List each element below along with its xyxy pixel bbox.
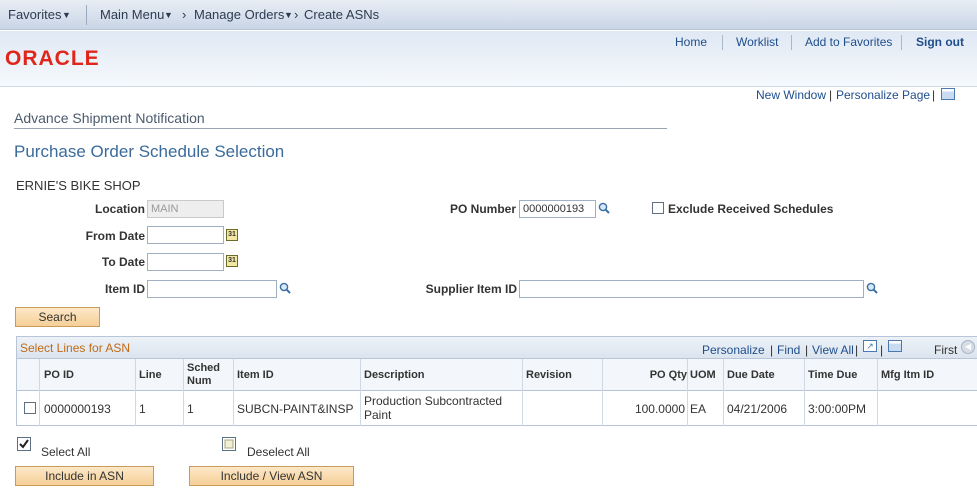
select-all-link[interactable]: Select All — [41, 445, 90, 459]
po-number-lookup-icon[interactable] — [598, 202, 610, 214]
col-po-id: PO ID — [44, 369, 74, 381]
grid-layout-icon[interactable] — [941, 88, 955, 100]
search-button[interactable]: Search — [15, 307, 100, 327]
new-window-link[interactable]: New Window — [756, 88, 826, 102]
page-header: ORACLE Home Worklist Add to Favorites Si… — [0, 31, 977, 87]
grid-zoom-icon[interactable] — [888, 340, 902, 352]
col-po-qty: PO Qty — [649, 369, 687, 381]
divider: | — [855, 343, 859, 357]
po-number-label: PO Number — [449, 202, 516, 216]
business-unit-name: ERNIE'S BIKE SHOP — [16, 178, 141, 193]
grid-first-label: First — [934, 343, 958, 357]
home-link[interactable]: Home — [675, 35, 707, 49]
item-id-lookup-icon[interactable] — [279, 282, 291, 294]
item-id-label: Item ID — [104, 282, 145, 296]
divider: | — [932, 88, 936, 102]
location-field — [147, 200, 224, 218]
col-mfg-itm-id: Mfg Itm ID — [881, 369, 935, 381]
cell-po-id: 0000000193 — [44, 402, 111, 416]
grid-view-all-link[interactable]: View All — [812, 343, 854, 357]
component-title: Advance Shipment Notification — [14, 110, 205, 126]
to-date-field[interactable] — [147, 253, 224, 271]
select-all-icon[interactable] — [17, 437, 31, 451]
favorites-menu[interactable]: Favorites — [8, 7, 61, 22]
divider: | — [880, 343, 884, 357]
favorites-chevron-icon[interactable]: ▼ — [62, 10, 71, 20]
divider — [791, 35, 792, 50]
divider: | — [805, 343, 809, 357]
grid-personalize-link[interactable]: Personalize — [702, 343, 765, 357]
supplier-item-id-field[interactable] — [519, 280, 864, 298]
add-to-favorites-link[interactable]: Add to Favorites — [805, 35, 892, 49]
col-description: Description — [364, 369, 425, 381]
include-view-asn-button[interactable]: Include / View ASN — [189, 466, 354, 486]
cell-sched-num: 1 — [187, 402, 194, 416]
row-select-checkbox[interactable] — [24, 402, 36, 414]
item-id-field[interactable] — [147, 280, 277, 298]
cell-time-due: 3:00:00PM — [808, 402, 867, 416]
col-line: Line — [139, 369, 162, 381]
grid-header: Select Lines for ASN Personalize | Find … — [17, 337, 977, 359]
personalize-page-link[interactable]: Personalize Page — [836, 88, 930, 102]
col-sched: Sched — [187, 362, 221, 374]
breadcrumb-create-asns[interactable]: Create ASNs — [304, 7, 379, 22]
to-date-label: To Date — [101, 255, 145, 269]
exclude-received-label: Exclude Received Schedules — [668, 202, 834, 216]
supplier-item-id-label: Supplier Item ID — [425, 282, 517, 296]
breadcrumb-arrow-icon: › — [182, 7, 187, 22]
cell-due-date: 04/21/2006 — [727, 402, 788, 416]
po-number-field[interactable] — [519, 200, 596, 218]
previous-arrow-icon[interactable]: ◀ — [961, 340, 975, 354]
divider: | — [770, 343, 774, 357]
col-sched-num: Num — [187, 375, 212, 387]
breadcrumb-manage-orders[interactable]: Manage Orders — [194, 7, 284, 22]
title-divider — [14, 128, 667, 129]
grid-title: Select Lines for ASN — [20, 341, 131, 355]
top-nav-bar: Favorites ▼ Main Menu ▼ › Manage Orders … — [0, 0, 977, 30]
main-menu-chevron-icon[interactable]: ▼ — [164, 10, 173, 20]
col-time-due: Time Due — [808, 369, 858, 381]
divider: | — [829, 88, 833, 102]
oracle-logo: ORACLE — [5, 47, 100, 70]
exclude-received-checkbox[interactable] — [652, 202, 664, 214]
col-due-date: Due Date — [727, 369, 775, 381]
sign-out-link[interactable]: Sign out — [916, 35, 964, 49]
include-in-asn-button[interactable]: Include in ASN — [15, 466, 154, 486]
from-date-field[interactable] — [147, 226, 224, 244]
grid-column-headers: PO ID Line Sched Num Item ID Description… — [17, 359, 977, 391]
divider — [722, 35, 723, 50]
divider — [901, 35, 902, 50]
col-uom: UOM — [690, 369, 716, 381]
breadcrumb-arrow-icon: › — [294, 7, 299, 22]
cell-uom: EA — [690, 402, 707, 416]
cell-description-line2: Paint — [364, 408, 392, 422]
table-row: 0000000193 1 1 SUBCN-PAINT&INSP Producti… — [17, 392, 977, 426]
download-icon[interactable]: ↗ — [863, 340, 877, 352]
cell-po-qty: 100.0000 — [634, 402, 685, 416]
from-date-label: From Date — [85, 229, 145, 243]
supplier-item-id-lookup-icon[interactable] — [866, 282, 878, 294]
worklist-link[interactable]: Worklist — [736, 35, 778, 49]
deselect-all-link[interactable]: Deselect All — [247, 445, 310, 459]
cell-item-id: SUBCN-PAINT&INSP — [237, 402, 354, 416]
to-date-calendar-icon[interactable]: 31 — [226, 255, 238, 267]
divider — [86, 5, 87, 25]
location-label: Location — [95, 202, 145, 216]
deselect-all-icon[interactable] — [222, 437, 236, 451]
cell-description-line1: Production Subcontracted — [364, 394, 503, 408]
manage-orders-chevron-icon[interactable]: ▼ — [284, 10, 293, 20]
asn-lines-grid: Select Lines for ASN Personalize | Find … — [16, 336, 977, 426]
col-revision: Revision — [526, 369, 572, 381]
page-title: Purchase Order Schedule Selection — [14, 142, 285, 161]
col-item-id: Item ID — [237, 369, 274, 381]
from-date-calendar-icon[interactable]: 31 — [226, 229, 238, 241]
grid-find-link[interactable]: Find — [777, 343, 800, 357]
main-menu[interactable]: Main Menu — [100, 7, 164, 22]
cell-line: 1 — [139, 402, 146, 416]
